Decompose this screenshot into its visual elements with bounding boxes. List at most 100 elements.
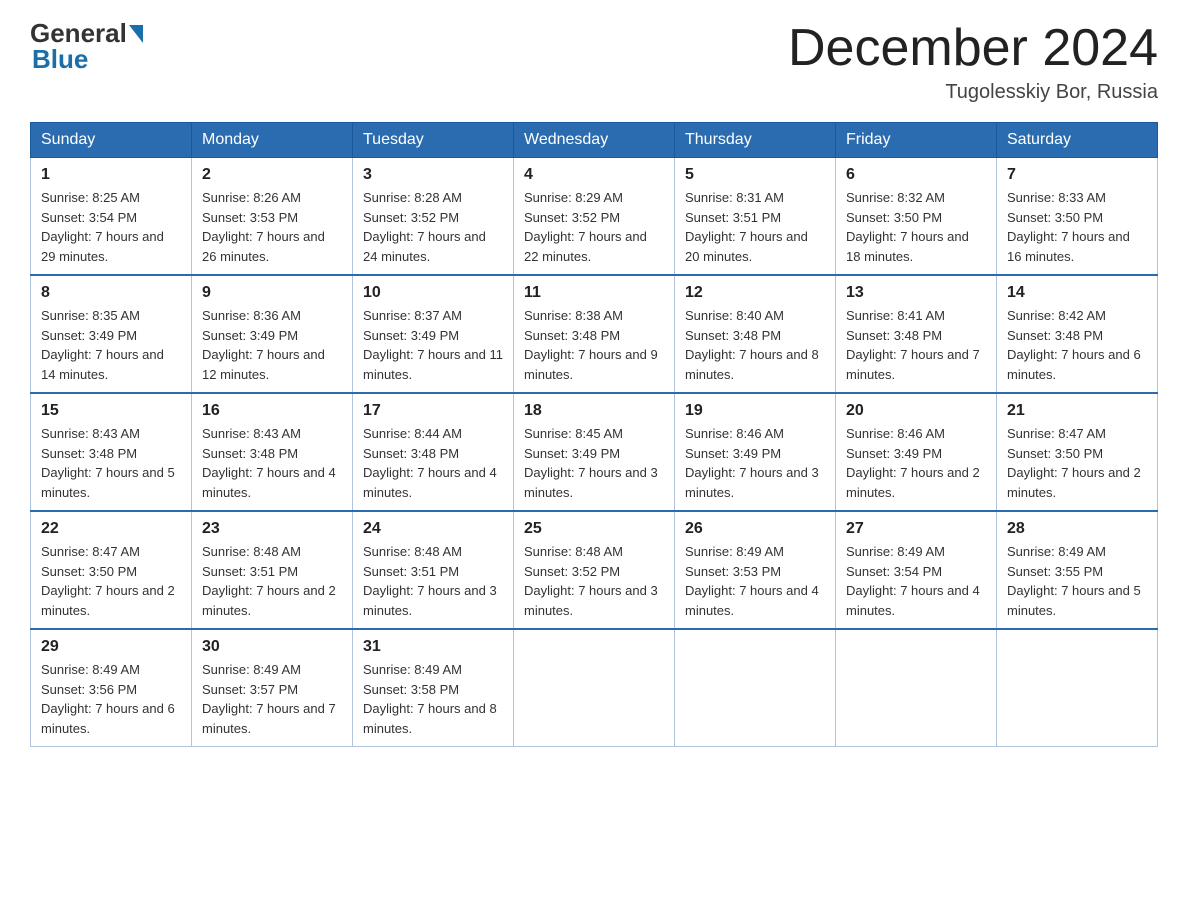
day-number: 5 xyxy=(685,166,825,184)
cell-info: Sunrise: 8:49 AMSunset: 3:53 PMDaylight:… xyxy=(685,544,819,618)
cell-info: Sunrise: 8:41 AMSunset: 3:48 PMDaylight:… xyxy=(846,308,980,382)
calendar-week-row: 1 Sunrise: 8:25 AMSunset: 3:54 PMDayligh… xyxy=(31,158,1158,276)
calendar-cell: 4 Sunrise: 8:29 AMSunset: 3:52 PMDayligh… xyxy=(514,158,675,276)
cell-info: Sunrise: 8:37 AMSunset: 3:49 PMDaylight:… xyxy=(363,308,503,382)
calendar-cell: 26 Sunrise: 8:49 AMSunset: 3:53 PMDaylig… xyxy=(675,511,836,629)
cell-info: Sunrise: 8:45 AMSunset: 3:49 PMDaylight:… xyxy=(524,426,658,500)
calendar-week-row: 22 Sunrise: 8:47 AMSunset: 3:50 PMDaylig… xyxy=(31,511,1158,629)
cell-info: Sunrise: 8:32 AMSunset: 3:50 PMDaylight:… xyxy=(846,190,969,264)
day-number: 6 xyxy=(846,166,986,184)
day-number: 12 xyxy=(685,284,825,302)
day-number: 17 xyxy=(363,402,503,420)
day-number: 29 xyxy=(41,638,181,656)
month-title: December 2024 xyxy=(788,20,1158,77)
cell-info: Sunrise: 8:43 AMSunset: 3:48 PMDaylight:… xyxy=(41,426,175,500)
cell-info: Sunrise: 8:26 AMSunset: 3:53 PMDaylight:… xyxy=(202,190,325,264)
calendar-cell: 24 Sunrise: 8:48 AMSunset: 3:51 PMDaylig… xyxy=(353,511,514,629)
col-header-saturday: Saturday xyxy=(997,123,1158,158)
cell-info: Sunrise: 8:38 AMSunset: 3:48 PMDaylight:… xyxy=(524,308,658,382)
calendar-cell: 18 Sunrise: 8:45 AMSunset: 3:49 PMDaylig… xyxy=(514,393,675,511)
logo-general-text: General xyxy=(30,20,127,46)
cell-info: Sunrise: 8:46 AMSunset: 3:49 PMDaylight:… xyxy=(846,426,980,500)
day-number: 7 xyxy=(1007,166,1147,184)
cell-info: Sunrise: 8:49 AMSunset: 3:58 PMDaylight:… xyxy=(363,662,497,736)
day-number: 19 xyxy=(685,402,825,420)
day-number: 27 xyxy=(846,520,986,538)
calendar-cell: 30 Sunrise: 8:49 AMSunset: 3:57 PMDaylig… xyxy=(192,629,353,747)
day-number: 22 xyxy=(41,520,181,538)
location-subtitle: Tugolesskiy Bor, Russia xyxy=(788,81,1158,104)
cell-info: Sunrise: 8:47 AMSunset: 3:50 PMDaylight:… xyxy=(1007,426,1141,500)
day-number: 8 xyxy=(41,284,181,302)
cell-info: Sunrise: 8:48 AMSunset: 3:51 PMDaylight:… xyxy=(202,544,336,618)
cell-info: Sunrise: 8:40 AMSunset: 3:48 PMDaylight:… xyxy=(685,308,819,382)
calendar-cell: 7 Sunrise: 8:33 AMSunset: 3:50 PMDayligh… xyxy=(997,158,1158,276)
cell-info: Sunrise: 8:43 AMSunset: 3:48 PMDaylight:… xyxy=(202,426,336,500)
col-header-friday: Friday xyxy=(836,123,997,158)
calendar-cell: 29 Sunrise: 8:49 AMSunset: 3:56 PMDaylig… xyxy=(31,629,192,747)
calendar-cell: 16 Sunrise: 8:43 AMSunset: 3:48 PMDaylig… xyxy=(192,393,353,511)
col-header-sunday: Sunday xyxy=(31,123,192,158)
day-number: 3 xyxy=(363,166,503,184)
logo-blue-text: Blue xyxy=(30,44,88,75)
calendar-cell: 25 Sunrise: 8:48 AMSunset: 3:52 PMDaylig… xyxy=(514,511,675,629)
col-header-wednesday: Wednesday xyxy=(514,123,675,158)
calendar-cell: 14 Sunrise: 8:42 AMSunset: 3:48 PMDaylig… xyxy=(997,275,1158,393)
day-number: 24 xyxy=(363,520,503,538)
calendar-cell: 27 Sunrise: 8:49 AMSunset: 3:54 PMDaylig… xyxy=(836,511,997,629)
calendar-cell xyxy=(836,629,997,747)
calendar-week-row: 29 Sunrise: 8:49 AMSunset: 3:56 PMDaylig… xyxy=(31,629,1158,747)
calendar-cell: 31 Sunrise: 8:49 AMSunset: 3:58 PMDaylig… xyxy=(353,629,514,747)
day-number: 23 xyxy=(202,520,342,538)
cell-info: Sunrise: 8:44 AMSunset: 3:48 PMDaylight:… xyxy=(363,426,497,500)
cell-info: Sunrise: 8:48 AMSunset: 3:52 PMDaylight:… xyxy=(524,544,658,618)
logo-arrow-icon xyxy=(129,25,143,43)
calendar-cell xyxy=(514,629,675,747)
calendar-header-row: SundayMondayTuesdayWednesdayThursdayFrid… xyxy=(31,123,1158,158)
col-header-thursday: Thursday xyxy=(675,123,836,158)
day-number: 28 xyxy=(1007,520,1147,538)
day-number: 9 xyxy=(202,284,342,302)
calendar-cell: 23 Sunrise: 8:48 AMSunset: 3:51 PMDaylig… xyxy=(192,511,353,629)
day-number: 20 xyxy=(846,402,986,420)
calendar-cell: 3 Sunrise: 8:28 AMSunset: 3:52 PMDayligh… xyxy=(353,158,514,276)
cell-info: Sunrise: 8:49 AMSunset: 3:56 PMDaylight:… xyxy=(41,662,175,736)
col-header-tuesday: Tuesday xyxy=(353,123,514,158)
day-number: 21 xyxy=(1007,402,1147,420)
calendar-cell: 21 Sunrise: 8:47 AMSunset: 3:50 PMDaylig… xyxy=(997,393,1158,511)
cell-info: Sunrise: 8:28 AMSunset: 3:52 PMDaylight:… xyxy=(363,190,486,264)
day-number: 25 xyxy=(524,520,664,538)
day-number: 15 xyxy=(41,402,181,420)
calendar-cell: 2 Sunrise: 8:26 AMSunset: 3:53 PMDayligh… xyxy=(192,158,353,276)
cell-info: Sunrise: 8:47 AMSunset: 3:50 PMDaylight:… xyxy=(41,544,175,618)
calendar-cell: 22 Sunrise: 8:47 AMSunset: 3:50 PMDaylig… xyxy=(31,511,192,629)
cell-info: Sunrise: 8:36 AMSunset: 3:49 PMDaylight:… xyxy=(202,308,325,382)
cell-info: Sunrise: 8:29 AMSunset: 3:52 PMDaylight:… xyxy=(524,190,647,264)
calendar-cell: 19 Sunrise: 8:46 AMSunset: 3:49 PMDaylig… xyxy=(675,393,836,511)
cell-info: Sunrise: 8:46 AMSunset: 3:49 PMDaylight:… xyxy=(685,426,819,500)
calendar-week-row: 8 Sunrise: 8:35 AMSunset: 3:49 PMDayligh… xyxy=(31,275,1158,393)
day-number: 16 xyxy=(202,402,342,420)
day-number: 13 xyxy=(846,284,986,302)
day-number: 18 xyxy=(524,402,664,420)
calendar-cell xyxy=(997,629,1158,747)
day-number: 4 xyxy=(524,166,664,184)
calendar-cell: 10 Sunrise: 8:37 AMSunset: 3:49 PMDaylig… xyxy=(353,275,514,393)
calendar-cell xyxy=(675,629,836,747)
day-number: 14 xyxy=(1007,284,1147,302)
calendar-cell: 13 Sunrise: 8:41 AMSunset: 3:48 PMDaylig… xyxy=(836,275,997,393)
day-number: 2 xyxy=(202,166,342,184)
day-number: 30 xyxy=(202,638,342,656)
day-number: 10 xyxy=(363,284,503,302)
calendar-table: SundayMondayTuesdayWednesdayThursdayFrid… xyxy=(30,122,1158,747)
calendar-cell: 1 Sunrise: 8:25 AMSunset: 3:54 PMDayligh… xyxy=(31,158,192,276)
cell-info: Sunrise: 8:25 AMSunset: 3:54 PMDaylight:… xyxy=(41,190,164,264)
calendar-cell: 12 Sunrise: 8:40 AMSunset: 3:48 PMDaylig… xyxy=(675,275,836,393)
day-number: 11 xyxy=(524,284,664,302)
calendar-cell: 8 Sunrise: 8:35 AMSunset: 3:49 PMDayligh… xyxy=(31,275,192,393)
cell-info: Sunrise: 8:31 AMSunset: 3:51 PMDaylight:… xyxy=(685,190,808,264)
col-header-monday: Monday xyxy=(192,123,353,158)
calendar-week-row: 15 Sunrise: 8:43 AMSunset: 3:48 PMDaylig… xyxy=(31,393,1158,511)
cell-info: Sunrise: 8:35 AMSunset: 3:49 PMDaylight:… xyxy=(41,308,164,382)
day-number: 31 xyxy=(363,638,503,656)
